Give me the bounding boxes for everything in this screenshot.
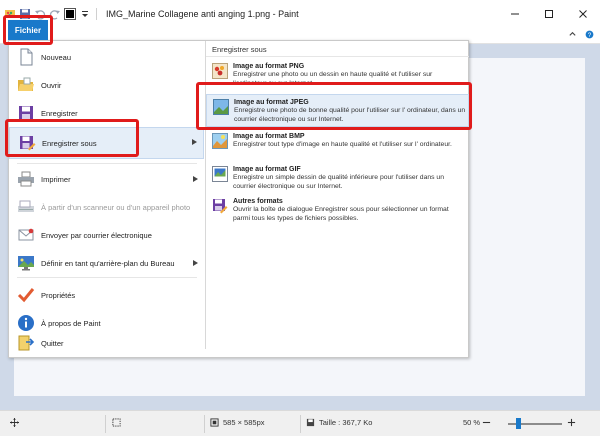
zoom-text: 50 %	[463, 418, 481, 427]
save-as-bmp-option[interactable]: Image au format BMP Enregistrer tout typ…	[206, 129, 469, 163]
checkmark-icon	[17, 286, 35, 304]
close-icon	[579, 10, 587, 18]
minimize-button[interactable]	[498, 0, 532, 28]
file-menu-commands: Nouveau Ouvrir Enregistrer Enregistrer s…	[9, 41, 204, 357]
menu-item-label: Nouveau	[41, 52, 72, 62]
zoom-out-button[interactable]	[482, 418, 491, 427]
menu-item-print[interactable]: Imprimer	[9, 165, 204, 193]
option-title: Image au format PNG	[233, 63, 305, 70]
minus-icon	[482, 421, 491, 424]
status-bar: 585 × 585px Taille : 367,7 Ko 50 %	[0, 410, 600, 436]
menu-item-label: Envoyer par courrier électronique	[41, 230, 152, 240]
maximize-button[interactable]	[532, 0, 566, 28]
menu-item-label: Imprimer	[41, 174, 71, 184]
menu-item-properties[interactable]: Propriétés	[9, 281, 204, 309]
close-button[interactable]	[566, 0, 600, 28]
file-size-text: Taille : 367,7 Ko	[319, 418, 373, 427]
bmp-image-icon	[212, 133, 228, 149]
new-file-icon	[17, 48, 35, 66]
zoom-level: 50 %	[463, 418, 480, 427]
exit-icon	[17, 334, 35, 352]
disk-icon	[306, 418, 315, 427]
minimize-icon	[511, 13, 519, 15]
submenu-heading: Enregistrer sous	[206, 41, 469, 57]
option-title: Image au format BMP	[233, 133, 305, 140]
jpeg-option-highlight	[196, 82, 472, 130]
chevron-right-icon	[193, 260, 198, 266]
scanner-icon	[17, 198, 35, 216]
file-size: Taille : 367,7 Ko	[306, 418, 372, 427]
toolbar-separator	[96, 8, 97, 20]
save-as-gif-option[interactable]: Image au format GIF Enregistre un simple…	[206, 162, 469, 196]
maximize-icon	[545, 10, 553, 18]
email-icon	[17, 226, 35, 244]
menu-item-quit[interactable]: Quitter	[9, 329, 204, 357]
menu-item-label: À partir d'un scanneur ou d'un appareil …	[41, 202, 191, 212]
menu-item-label: Enregistrer	[41, 108, 78, 118]
chevron-right-icon	[192, 139, 197, 145]
menu-item-label: Quitter	[41, 338, 64, 348]
other-formats-icon	[212, 198, 228, 214]
zoom-in-button[interactable]	[567, 418, 576, 427]
image-dimensions: 585 × 585px	[210, 418, 265, 427]
option-description: Enregistre un simple dessin de qualité i…	[233, 174, 444, 190]
move-cursor-icon	[10, 418, 19, 427]
open-folder-icon	[17, 76, 35, 94]
cursor-position	[10, 418, 19, 427]
chevron-right-icon	[193, 176, 198, 182]
window-controls	[498, 0, 600, 28]
dimensions-icon	[210, 418, 219, 427]
ribbon-right-controls: ?	[568, 30, 594, 39]
status-separator	[204, 415, 205, 433]
dimensions-text: 585 × 585px	[223, 418, 265, 427]
menu-item-from-scanner[interactable]: À partir d'un scanneur ou d'un appareil …	[9, 193, 204, 221]
title-bar: IMG_Marine Collagene anti anging 1.png -…	[0, 0, 600, 28]
desktop-background-icon	[17, 254, 35, 272]
window-title: IMG_Marine Collagene anti anging 1.png -…	[106, 9, 299, 19]
menu-item-send-email[interactable]: Envoyer par courrier électronique	[9, 221, 204, 249]
selection-icon	[112, 418, 121, 427]
menu-divider	[17, 163, 197, 164]
help-icon[interactable]: ?	[585, 30, 594, 39]
menu-divider	[17, 277, 197, 278]
printer-icon	[17, 170, 35, 188]
png-image-icon	[212, 63, 228, 79]
gif-image-icon	[212, 166, 228, 182]
menu-item-open[interactable]: Ouvrir	[9, 71, 204, 99]
selection-size	[112, 418, 121, 427]
collapse-ribbon-icon[interactable]	[568, 30, 577, 39]
file-tab-highlight	[3, 15, 53, 45]
option-title: Autres formats	[233, 198, 283, 205]
customize-toolbar-icon[interactable]	[79, 8, 91, 20]
save-as-other-formats-option[interactable]: Autres formats Ouvrir la boîte de dialog…	[206, 194, 469, 228]
status-separator	[105, 415, 106, 433]
zoom-slider-thumb[interactable]	[516, 418, 521, 429]
svg-text:?: ?	[588, 32, 592, 39]
menu-item-label: À propos de Paint	[41, 318, 101, 328]
color-swatch-icon[interactable]	[64, 8, 76, 20]
option-description: Ouvrir la boîte de dialogue Enregistrer …	[233, 206, 449, 222]
status-separator	[300, 415, 301, 433]
save-as-highlight	[5, 119, 139, 157]
menu-item-label: Ouvrir	[41, 80, 62, 90]
option-title: Image au format GIF	[233, 166, 301, 173]
menu-item-label: Propriétés	[41, 290, 76, 300]
menu-item-set-desktop-background[interactable]: Définir en tant qu'arrière-plan du Burea…	[9, 249, 204, 277]
option-description: Enregistrer tout type d'image en haute q…	[233, 141, 452, 148]
plus-icon	[567, 418, 576, 427]
menu-item-label: Définir en tant qu'arrière-plan du Burea…	[41, 258, 175, 268]
menu-item-new[interactable]: Nouveau	[9, 43, 204, 71]
